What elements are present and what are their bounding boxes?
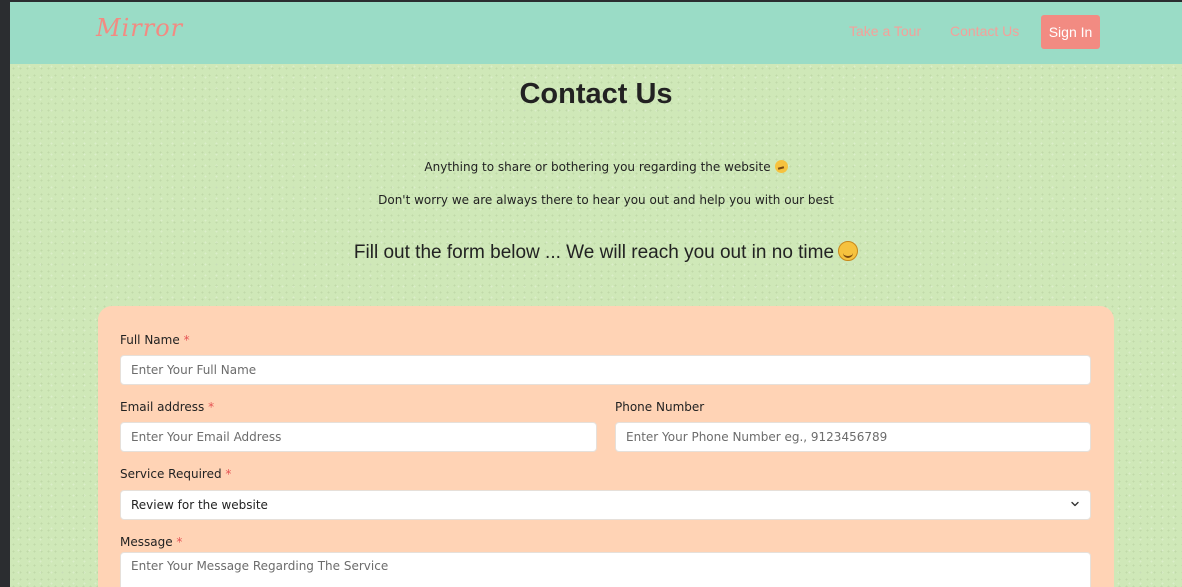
required-mark: * bbox=[183, 333, 190, 347]
phone-input[interactable]: Enter Your Phone Number eg., 9123456789 bbox=[615, 422, 1091, 452]
message-label-text: Message bbox=[120, 535, 173, 549]
browser-frame: Mirror Take a Tour Contact Us Sign In Co… bbox=[0, 0, 1182, 587]
message-textarea[interactable]: Enter Your Message Regarding The Service bbox=[120, 552, 1091, 587]
message-label: Message * bbox=[120, 535, 182, 549]
full-name-label-text: Full Name bbox=[120, 333, 180, 347]
phone-label-text: Phone Number bbox=[615, 400, 705, 414]
navbar: Mirror Take a Tour Contact Us Sign In bbox=[10, 2, 1182, 64]
intro-line-2: Don't worry we are always there to hear … bbox=[378, 193, 834, 207]
sign-in-button[interactable]: Sign In bbox=[1041, 15, 1100, 49]
required-mark: * bbox=[176, 535, 183, 549]
intro-line-1-text: Anything to share or bothering you regar… bbox=[424, 160, 771, 174]
email-label: Email address * bbox=[120, 400, 214, 414]
service-select[interactable]: Review for the website bbox=[120, 490, 1091, 520]
email-input[interactable]: Enter Your Email Address bbox=[120, 422, 597, 452]
contact-form: Full Name * Enter Your Full Name Email a… bbox=[98, 306, 1114, 587]
page-title: Contact Us bbox=[519, 78, 673, 110]
full-name-input[interactable]: Enter Your Full Name bbox=[120, 355, 1091, 385]
form-tagline: Fill out the form below ... We will reac… bbox=[10, 241, 1182, 264]
phone-label: Phone Number bbox=[615, 400, 704, 414]
service-label: Service Required * bbox=[120, 467, 231, 481]
required-mark: * bbox=[208, 400, 215, 414]
email-label-text: Email address bbox=[120, 400, 205, 414]
form-tagline-text: Fill out the form below ... We will reac… bbox=[353, 242, 835, 263]
brand-logo[interactable]: Mirror bbox=[96, 14, 183, 42]
chevron-down-icon bbox=[1071, 501, 1079, 507]
intro-line-1: Anything to share or bothering you regar… bbox=[10, 160, 1182, 174]
full-name-label: Full Name * bbox=[120, 333, 190, 347]
nav-link-contact-us[interactable]: Contact Us bbox=[950, 23, 1019, 39]
service-select-value: Review for the website bbox=[131, 498, 268, 512]
service-label-text: Service Required bbox=[120, 467, 222, 481]
smiling-face-icon bbox=[838, 241, 859, 261]
thinking-face-icon bbox=[774, 160, 788, 173]
required-mark: * bbox=[225, 467, 232, 481]
nav-link-take-a-tour[interactable]: Take a Tour bbox=[849, 23, 921, 39]
page: Mirror Take a Tour Contact Us Sign In Co… bbox=[10, 2, 1182, 587]
